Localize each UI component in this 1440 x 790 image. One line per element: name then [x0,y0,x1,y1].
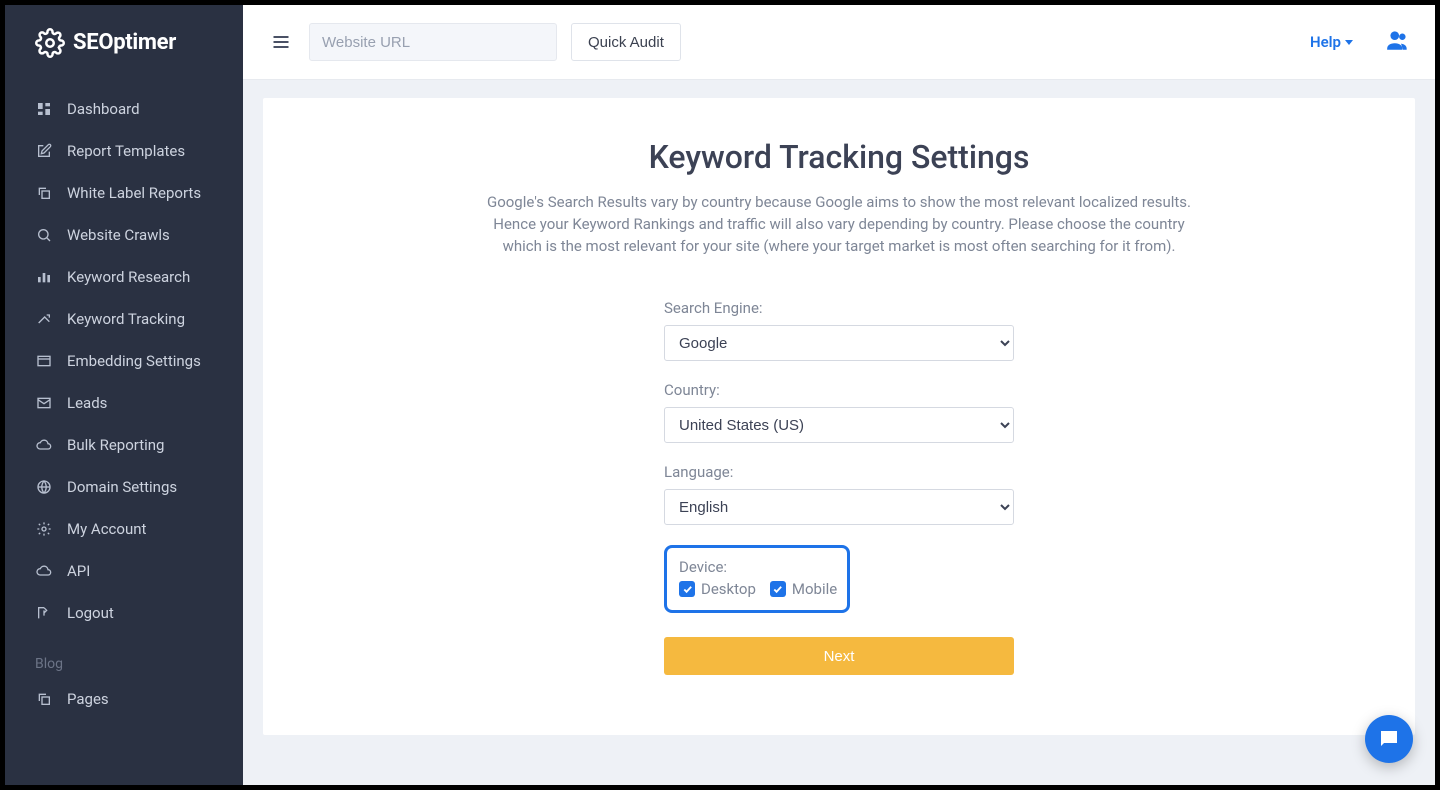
dashboard-icon [35,100,53,118]
country-select[interactable]: United States (US) [664,407,1014,443]
sidebar-item-label: Bulk Reporting [67,436,164,454]
chat-icon [1377,727,1401,751]
device-group: Device: Desktop Mobile [664,545,850,613]
sidebar-item-label: Website Crawls [67,226,170,244]
device-label: Device: [679,558,835,576]
sidebar-item-label: API [67,562,90,580]
sidebar-item-my-account[interactable]: My Account [5,508,243,550]
quick-audit-button[interactable]: Quick Audit [571,23,681,61]
sidebar-item-label: Keyword Tracking [67,310,185,328]
copy-icon [35,690,53,708]
help-label: Help [1310,33,1341,51]
language-label: Language: [664,463,1014,481]
page-description: Google's Search Results vary by country … [479,192,1199,257]
chevron-down-icon [1345,40,1353,45]
sidebar-item-leads[interactable]: Leads [5,382,243,424]
hamburger-icon[interactable] [267,28,295,56]
copy-icon [35,184,53,202]
chat-launcher[interactable] [1365,715,1413,763]
sidebar-item-label: White Label Reports [67,184,201,202]
sidebar-item-label: My Account [67,520,146,538]
sidebar-nav: Dashboard Report Templates White Label R… [5,80,243,785]
sidebar-item-label: Pages [67,690,109,708]
logo-gear-icon [35,28,65,58]
page-title: Keyword Tracking Settings [313,138,1365,176]
sidebar-item-label: Embedding Settings [67,352,201,370]
language-group: Language: English [664,463,1014,525]
settings-form: Search Engine: Google Country: United St… [664,299,1014,675]
sidebar-item-label: Logout [67,604,114,622]
globe-icon [35,478,53,496]
arrow-trend-icon [35,310,53,328]
checkbox-checked-icon [770,581,786,597]
cloud-icon [35,436,53,454]
help-dropdown[interactable]: Help [1310,33,1353,51]
settings-card: Keyword Tracking Settings Google's Searc… [263,98,1415,735]
sidebar-item-keyword-research[interactable]: Keyword Research [5,256,243,298]
sidebar: SEOptimer Dashboard Report Templates Whi… [5,5,243,785]
gear-icon [35,520,53,538]
language-select[interactable]: English [664,489,1014,525]
topbar: Quick Audit Help [243,5,1435,80]
sidebar-item-dashboard[interactable]: Dashboard [5,88,243,130]
logo[interactable]: SEOptimer [5,5,243,80]
device-desktop-label: Desktop [701,580,756,598]
sidebar-item-report-templates[interactable]: Report Templates [5,130,243,172]
sidebar-item-label: Report Templates [67,142,185,160]
main: Quick Audit Help Keyword Tracking Settin… [243,5,1435,785]
sidebar-item-keyword-tracking[interactable]: Keyword Tracking [5,298,243,340]
sidebar-item-label: Keyword Research [67,268,190,286]
checkbox-checked-icon [679,581,695,597]
search-icon [35,226,53,244]
next-button[interactable]: Next [664,637,1014,675]
window-icon [35,352,53,370]
search-engine-label: Search Engine: [664,299,1014,317]
device-mobile-checkbox[interactable]: Mobile [770,580,837,598]
device-desktop-checkbox[interactable]: Desktop [679,580,756,598]
country-label: Country: [664,381,1014,399]
sidebar-item-bulk-reporting[interactable]: Bulk Reporting [5,424,243,466]
sidebar-item-embedding[interactable]: Embedding Settings [5,340,243,382]
sidebar-item-website-crawls[interactable]: Website Crawls [5,214,243,256]
search-engine-group: Search Engine: Google [664,299,1014,361]
logo-text: SEOptimer [73,30,176,55]
country-group: Country: United States (US) [664,381,1014,443]
sidebar-item-domain-settings[interactable]: Domain Settings [5,466,243,508]
sidebar-item-label: Leads [67,394,107,412]
users-icon[interactable] [1385,27,1411,57]
mail-icon [35,394,53,412]
search-engine-select[interactable]: Google [664,325,1014,361]
sidebar-section-blog: Blog [5,634,243,678]
sidebar-item-label: Dashboard [67,100,140,118]
content-area: Keyword Tracking Settings Google's Searc… [243,80,1435,785]
logout-icon [35,604,53,622]
cloud-icon [35,562,53,580]
sidebar-item-api[interactable]: API [5,550,243,592]
sidebar-item-white-label[interactable]: White Label Reports [5,172,243,214]
sidebar-item-logout[interactable]: Logout [5,592,243,634]
device-mobile-label: Mobile [792,580,837,598]
website-url-input[interactable] [309,23,557,61]
sidebar-item-label: Domain Settings [67,478,177,496]
sidebar-item-pages[interactable]: Pages [5,678,243,720]
bars-icon [35,268,53,286]
edit-icon [35,142,53,160]
